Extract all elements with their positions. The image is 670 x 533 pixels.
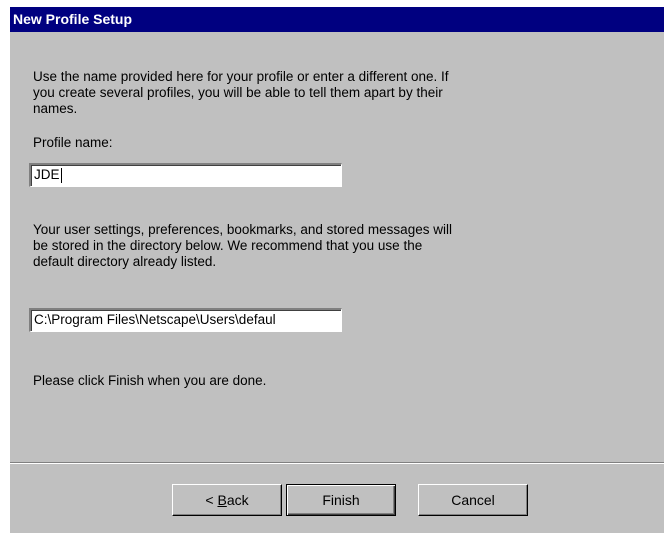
directory-text-line-3: default directory already listed. xyxy=(33,254,217,269)
profile-name-label: Profile name: xyxy=(33,135,113,150)
back-button-accelerator: B xyxy=(217,492,227,508)
back-button[interactable]: < Back xyxy=(172,484,282,516)
dialog-title: New Profile Setup xyxy=(10,7,664,32)
button-separator xyxy=(10,462,664,464)
profile-name-input[interactable]: JDE xyxy=(29,163,342,187)
directory-input[interactable]: C:\Program Files\Netscape\Users\defaul xyxy=(29,308,342,332)
intro-text-line-2: you create several profiles, you will be… xyxy=(33,85,443,100)
back-button-prefix: < xyxy=(205,492,218,508)
directory-text-line-2: be stored in the directory below. We rec… xyxy=(33,238,423,253)
profile-name-value: JDE xyxy=(34,167,60,182)
intro-text-line-3: names. xyxy=(33,101,78,116)
directory-value: C:\Program Files\Netscape\Users\defaul xyxy=(34,312,276,327)
finish-hint-text: Please click Finish when you are done. xyxy=(33,373,267,388)
directory-text-line-1: Your user settings, preferences, bookmar… xyxy=(33,222,452,237)
intro-text-line-1: Use the name provided here for your prof… xyxy=(33,69,449,84)
text-caret xyxy=(60,167,62,183)
back-button-label-rest: ack xyxy=(226,492,249,508)
cancel-button[interactable]: Cancel xyxy=(418,484,528,516)
new-profile-setup-dialog: New Profile Setup Use the name provided … xyxy=(10,7,664,533)
finish-button[interactable]: Finish xyxy=(286,484,396,516)
